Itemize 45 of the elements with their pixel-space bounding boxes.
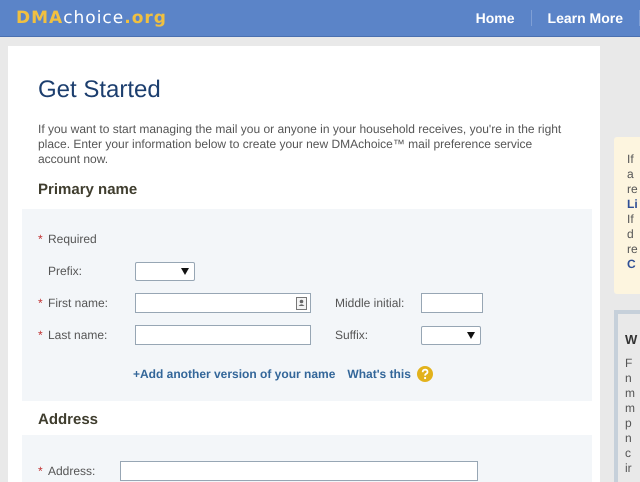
required-mark: * [38,328,44,342]
logo[interactable]: DMAchoice.org [16,8,167,28]
field-label: First name: [48,296,108,310]
sidebar-text: a [627,167,635,182]
field-label: Address: [48,464,96,478]
sidebar-text: d [627,227,635,242]
required-note: Required [48,232,97,246]
required-mark: * [38,232,44,246]
link[interactable]: +Add another version of your name [133,367,336,381]
sidebar-text: re [627,242,639,257]
field-label: Last name: [48,328,108,342]
nav-link[interactable]: Home [476,10,532,26]
link[interactable]: Li [627,197,640,212]
nav-link[interactable]: Learn More [532,10,640,26]
sidebar-text: n [625,371,633,386]
input-field[interactable] [421,293,483,313]
required-mark: * [38,464,44,478]
sidebar-text: If [627,152,635,167]
sidebar-text: m [625,401,636,416]
sidebar-text: re [627,182,639,197]
page-title: Get Started [38,76,162,104]
required-mark: * [38,296,44,310]
sidebar-text: If [627,212,635,227]
box-heading: W [625,331,638,349]
dropdown[interactable] [135,262,195,280]
section-heading: Address [38,411,100,429]
caret-icon [181,268,189,274]
link[interactable]: What's this [347,367,411,381]
sidebar-text: ir [625,461,633,476]
sidebar-text: c [625,446,632,461]
field-label: Suffix: [335,328,368,342]
sidebar-text: n [625,431,633,446]
caret-icon [467,332,475,338]
field-label: Middle initial: [335,296,404,310]
sidebar-text: m [625,386,636,401]
sidebar-text: F [625,356,634,371]
link[interactable]: C [627,257,640,272]
dropdown[interactable] [421,326,481,344]
input-field[interactable] [120,461,478,481]
section-heading: Primary name [38,181,138,199]
input-field[interactable] [135,325,311,345]
field-label: Prefix: [48,264,82,278]
sidebar-text: p [625,416,633,431]
intro-text: If you want to start managing the mail you or anyone in your household receives, you're in the right place. Enter your information below to create your new DMAchoice™ mail preference service account now. [38,122,562,167]
input-field[interactable] [135,293,311,313]
